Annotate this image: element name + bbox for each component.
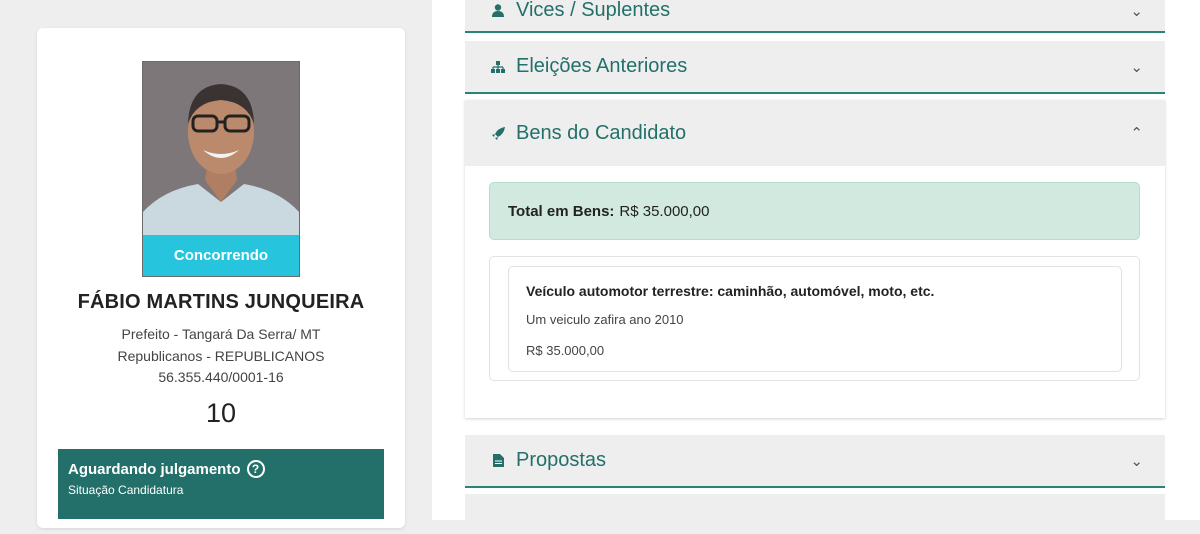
situation-title: Aguardando julgamento — [68, 460, 241, 478]
candidate-party: Republicanos - REPUBLICANOS — [117, 348, 325, 364]
accordion-assets: Bens do Candidato ⌃ Total em Bens: R$ 35… — [465, 100, 1165, 418]
candidate-name: FÁBIO MARTINS JUNQUEIRA — [77, 291, 365, 313]
chevron-down-icon[interactable]: ⌄ — [1130, 2, 1143, 20]
chevron-down-icon[interactable]: ⌄ — [1130, 452, 1143, 470]
candidate-office-location: Prefeito - Tangará Da Serra/ MT — [121, 326, 321, 342]
accordion-proposals[interactable]: Propostas ⌄ — [465, 435, 1165, 488]
accordion-vices[interactable]: Vices / Suplentes ⌄ — [465, 0, 1165, 33]
asset-item: Veículo automotor terrestre: caminhão, a… — [508, 266, 1122, 372]
chevron-down-icon[interactable]: ⌄ — [1130, 58, 1143, 76]
candidate-cnpj: 56.355.440/0001-16 — [158, 369, 284, 385]
assets-list: Veículo automotor terrestre: caminhão, a… — [489, 256, 1140, 381]
accordion-previous-elections[interactable]: Eleições Anteriores ⌄ — [465, 41, 1165, 94]
accordion-vices-title: Vices / Suplentes — [516, 0, 671, 21]
accordion-next[interactable] — [465, 494, 1165, 534]
accordion-proposals-title: Propostas — [516, 449, 607, 471]
accordion-previous-elections-title: Eleições Anteriores — [516, 55, 688, 77]
total-assets-value: R$ 35.000,00 — [619, 202, 710, 220]
asset-title: Veículo automotor terrestre: caminhão, a… — [526, 283, 935, 299]
chevron-up-icon[interactable]: ⌃ — [1130, 124, 1143, 142]
sitemap-icon — [489, 60, 507, 73]
situation-subtitle: Situação Candidatura — [68, 483, 184, 497]
accordion-assets-title: Bens do Candidato — [516, 121, 687, 144]
asset-description: Um veiculo zafira ano 2010 — [526, 312, 684, 327]
candidate-number: 10 — [205, 398, 237, 428]
candidacy-situation-box: Aguardando julgamento ? Situação Candida… — [58, 449, 384, 519]
rocket-icon — [489, 126, 507, 140]
help-icon[interactable]: ? — [246, 460, 265, 478]
candidacy-status-badge: Concorrendo — [143, 235, 299, 276]
person-icon — [489, 4, 507, 17]
candidate-card: Concorrendo FÁBIO MARTINS JUNQUEIRA Pref… — [37, 28, 405, 528]
candidate-photo: Concorrendo — [142, 61, 300, 277]
accordion-assets-header[interactable]: Bens do Candidato ⌃ — [465, 100, 1165, 166]
asset-value: R$ 35.000,00 — [526, 343, 605, 358]
total-assets-box: Total em Bens: R$ 35.000,00 — [489, 182, 1140, 240]
total-assets-label: Total em Bens: — [508, 202, 615, 220]
file-icon — [489, 454, 507, 467]
